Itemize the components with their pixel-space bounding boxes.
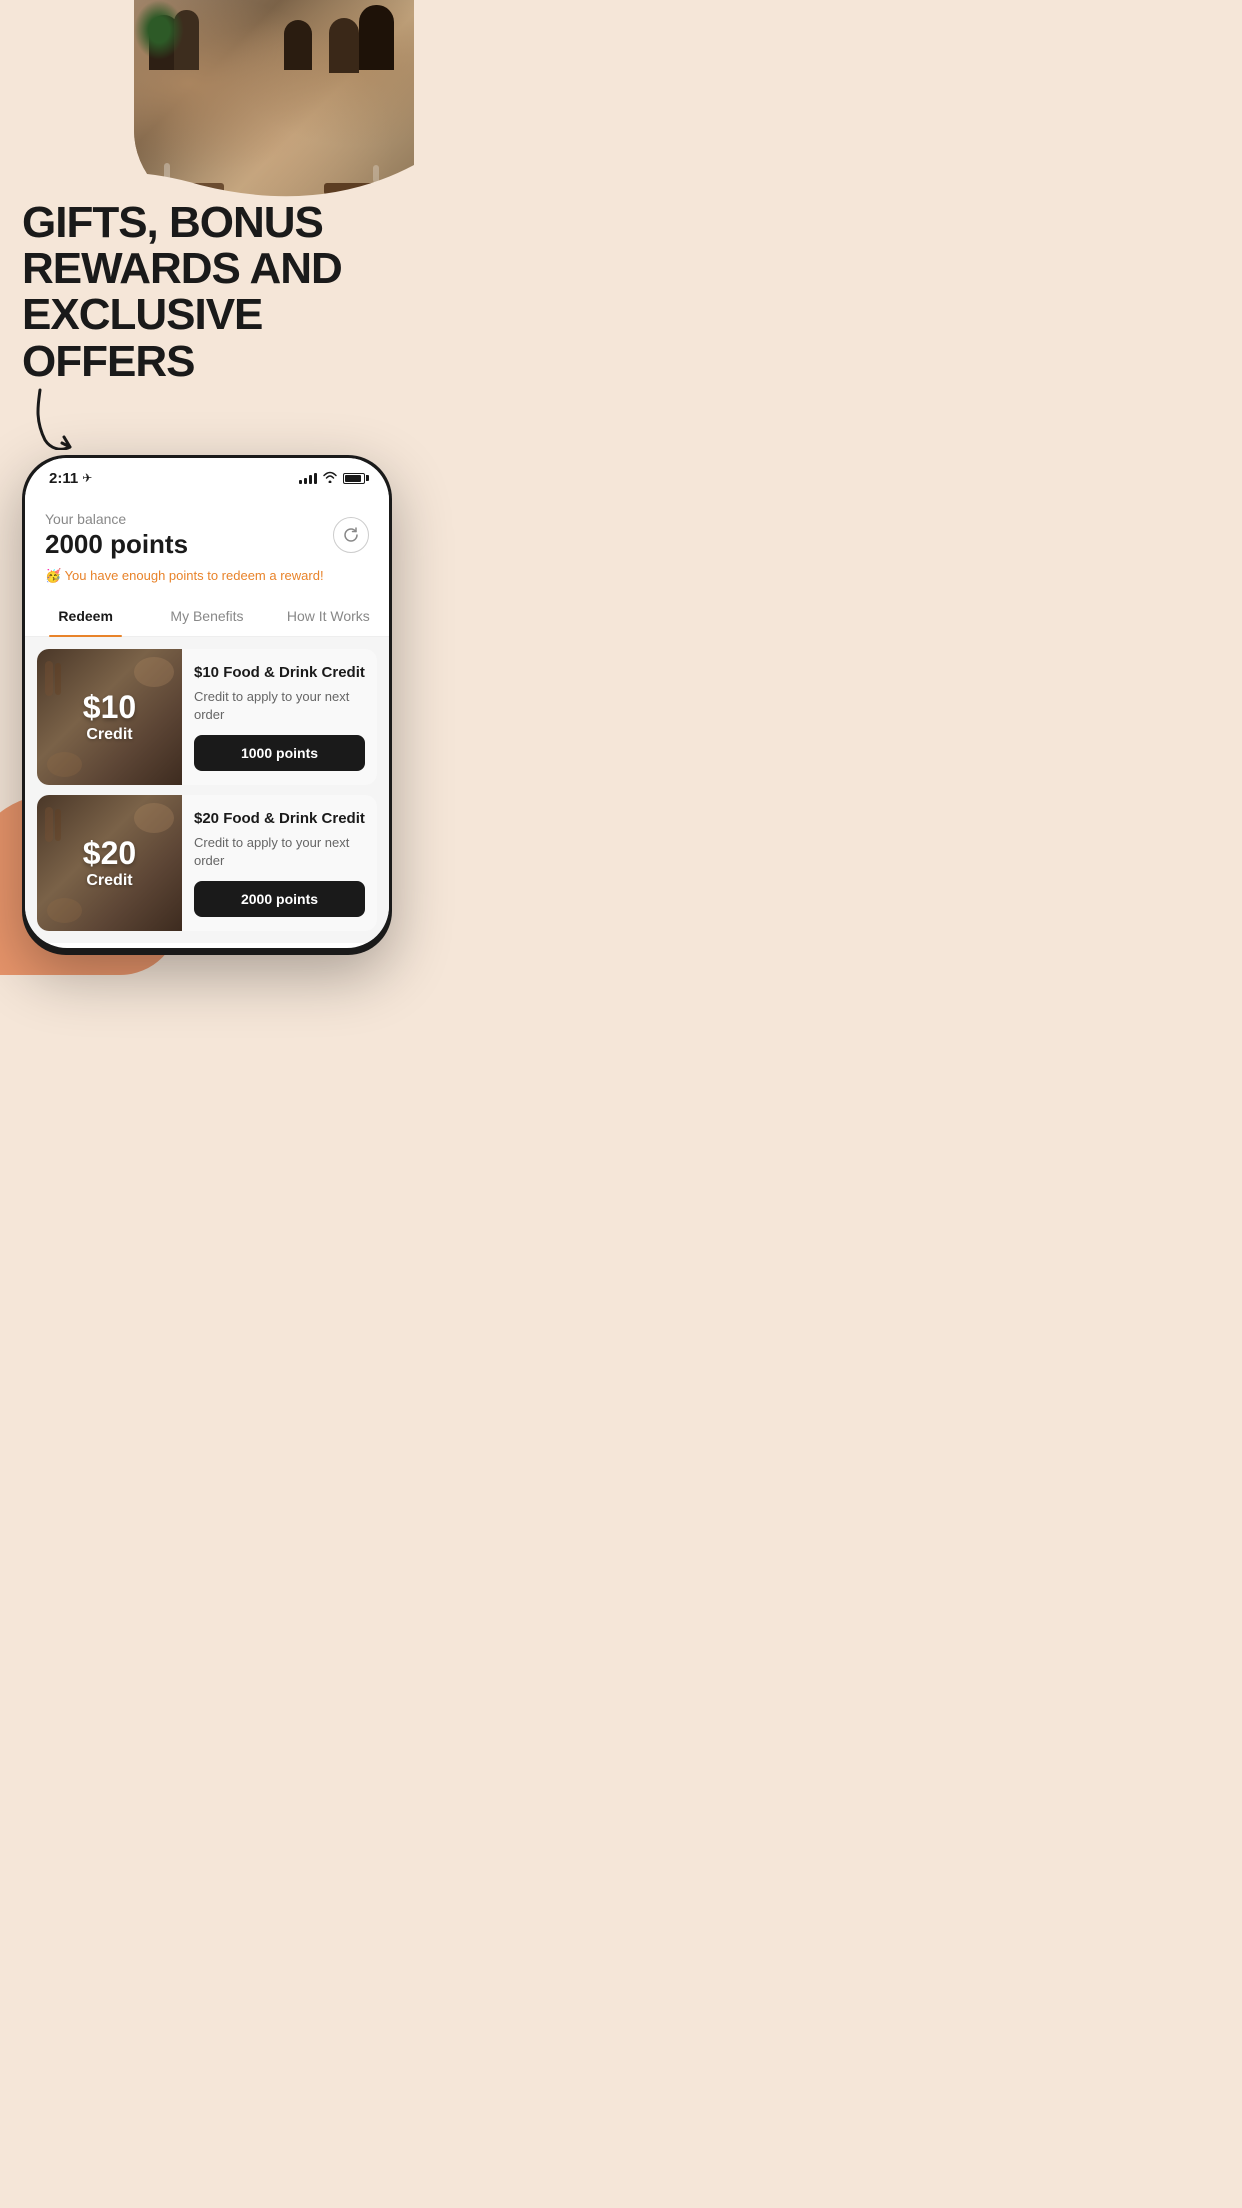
tab-my-benefits[interactable]: My Benefits [146, 596, 267, 636]
balance-section: Your balance 2000 points 🥳 You have enou… [25, 495, 389, 584]
reward-image-20: $20 Credit [37, 795, 182, 931]
refresh-icon [342, 526, 360, 544]
battery-icon [343, 473, 365, 484]
signal-bars [299, 473, 317, 484]
headline-line3: EXCLUSIVE OFFERS [22, 292, 392, 384]
reward-desc-20: Credit to apply to your next order [194, 834, 365, 870]
redeem-notice: 🥳 You have enough points to redeem a rew… [45, 568, 369, 584]
tabs: Redeem My Benefits How It Works [25, 596, 389, 637]
reward-card-10: $10 Credit $10 Food & Drink Credit Credi… [37, 649, 377, 785]
phone-screen: 2:11 ✈ [25, 458, 389, 948]
reward-info-20: $20 Food & Drink Credit Credit to apply … [182, 795, 377, 931]
reward-title-10: $10 Food & Drink Credit [194, 663, 365, 683]
rewards-list: $10 Credit $10 Food & Drink Credit Credi… [25, 637, 389, 943]
tab-how-it-works[interactable]: How It Works [268, 596, 389, 636]
status-bar: 2:11 ✈ [25, 458, 389, 495]
battery-fill [345, 475, 361, 482]
headline-line1: GIFTS, BONUS [22, 200, 392, 246]
signal-bar-2 [304, 478, 307, 484]
refresh-button[interactable] [333, 517, 369, 553]
reward-desc-10: Credit to apply to your next order [194, 688, 365, 724]
wifi-icon [322, 471, 338, 486]
status-time: 2:11 [49, 470, 78, 487]
signal-bar-4 [314, 473, 317, 484]
phone-mockup: 2:11 ✈ [22, 455, 392, 955]
arrow-container [0, 385, 414, 455]
reward-amount-10: $10 [83, 689, 136, 726]
balance-header: Your balance 2000 points [45, 511, 369, 560]
redeem-notice-text: You have enough points to redeem a rewar… [65, 568, 324, 583]
tab-redeem[interactable]: Redeem [25, 596, 146, 636]
reward-type-10: Credit [86, 726, 132, 744]
main-content: GIFTS, BONUS REWARDS AND EXCLUSIVE OFFER… [0, 0, 414, 955]
reward-type-20: Credit [86, 872, 132, 890]
redeem-notice-emoji: 🥳 [45, 568, 65, 583]
arrow-icon [30, 385, 120, 450]
headline-line2: REWARDS AND [22, 246, 392, 292]
reward-redeem-button-10[interactable]: 1000 points [194, 735, 365, 771]
reward-info-10: $10 Food & Drink Credit Credit to apply … [182, 649, 377, 785]
status-icons [299, 471, 365, 486]
location-icon: ✈ [82, 471, 92, 485]
headline: GIFTS, BONUS REWARDS AND EXCLUSIVE OFFER… [0, 200, 414, 385]
signal-bar-1 [299, 480, 302, 484]
balance-amount: 2000 points [45, 529, 188, 560]
reward-redeem-button-20[interactable]: 2000 points [194, 881, 365, 917]
signal-bar-3 [309, 475, 312, 484]
reward-card-20: $20 Credit $20 Food & Drink Credit Credi… [37, 795, 377, 931]
reward-title-20: $20 Food & Drink Credit [194, 809, 365, 829]
reward-amount-20: $20 [83, 835, 136, 872]
balance-label: Your balance [45, 511, 188, 527]
reward-image-10: $10 Credit [37, 649, 182, 785]
